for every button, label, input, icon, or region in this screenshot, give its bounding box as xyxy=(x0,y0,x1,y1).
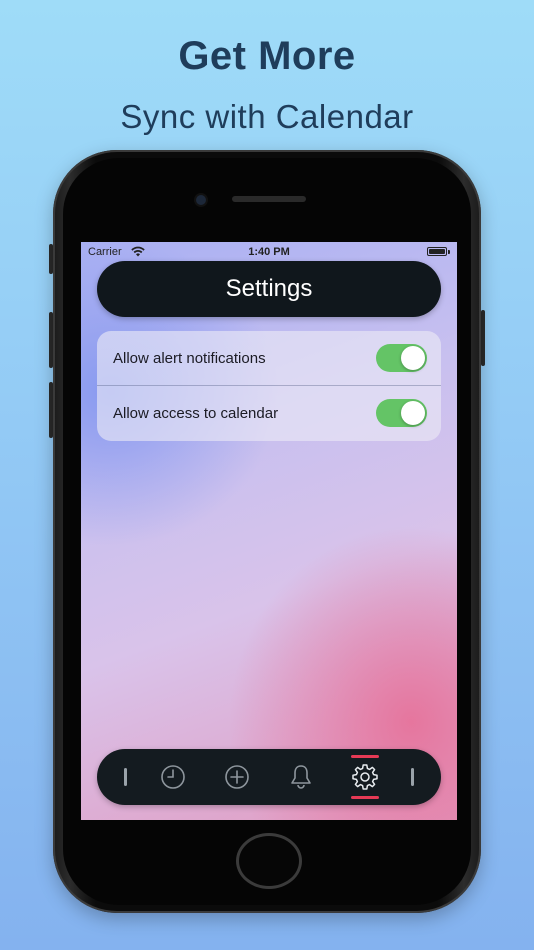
promo-subtitle: Sync with Calendar xyxy=(120,98,414,135)
setting-label: Allow alert notifications xyxy=(113,350,266,367)
tab-add[interactable] xyxy=(221,761,253,793)
page-title: Settings xyxy=(97,261,441,317)
calendar-access-toggle[interactable] xyxy=(376,399,427,427)
app-screen: Carrier 1:40 PM Settings Allow alert not… xyxy=(81,242,457,820)
alert-notifications-toggle[interactable] xyxy=(376,344,427,372)
clock-icon xyxy=(161,765,185,789)
promo-title: Get More xyxy=(178,34,356,78)
setting-label: Allow access to calendar xyxy=(113,405,279,422)
tab-history[interactable] xyxy=(157,761,189,793)
tab-bar xyxy=(97,749,441,805)
tab-bar-edge-left xyxy=(124,768,127,786)
earpiece-speaker xyxy=(232,196,306,202)
gear-icon xyxy=(352,764,378,790)
status-time: 1:40 PM xyxy=(248,246,290,258)
setting-row-alert-notifications: Allow alert notifications xyxy=(97,331,441,386)
active-tab-indicator-bottom xyxy=(351,796,379,799)
tab-settings[interactable] xyxy=(349,761,381,793)
status-bar: Carrier 1:40 PM xyxy=(81,242,457,262)
settings-list: Allow alert notifications Allow access t… xyxy=(97,331,441,441)
bell-icon xyxy=(291,765,311,789)
home-button[interactable] xyxy=(236,833,302,889)
tab-bar-edge-right xyxy=(411,768,414,786)
battery-icon xyxy=(427,247,450,256)
power-button xyxy=(481,310,485,366)
tab-notifications[interactable] xyxy=(285,761,317,793)
toggle-knob xyxy=(401,401,425,425)
front-camera xyxy=(196,195,206,205)
setting-row-calendar-access: Allow access to calendar xyxy=(97,386,441,441)
toggle-knob xyxy=(401,346,425,370)
plus-circle-icon xyxy=(225,765,249,789)
active-tab-indicator-top xyxy=(351,755,379,758)
